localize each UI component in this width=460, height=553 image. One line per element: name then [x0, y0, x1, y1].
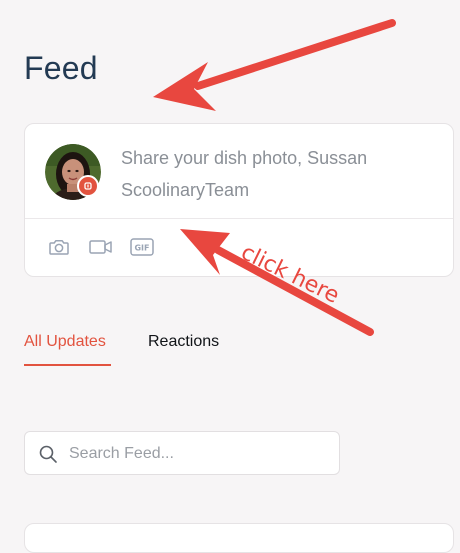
arrow-to-title	[153, 19, 396, 111]
composer-input-area[interactable]: Share your dish photo, Sussan Scoolinary…	[25, 124, 453, 219]
composer-prompt[interactable]: Share your dish photo, Sussan Scoolinary…	[121, 142, 421, 206]
feed-tabs: All Updates Reactions	[24, 330, 444, 370]
search-box[interactable]	[24, 431, 340, 475]
page-title: Feed	[24, 50, 98, 86]
gif-icon[interactable]: GIF	[129, 235, 155, 259]
search-icon	[38, 444, 58, 464]
gif-label: GIF	[134, 243, 149, 252]
feed-card	[24, 523, 454, 553]
camera-icon[interactable]	[47, 235, 71, 259]
post-composer[interactable]: Share your dish photo, Sussan Scoolinary…	[24, 123, 454, 277]
tab-label: All Updates	[24, 333, 106, 350]
tab-label: Reactions	[148, 333, 220, 350]
chef-badge-icon	[84, 182, 92, 190]
composer-actions: GIF	[25, 219, 453, 277]
search-input[interactable]	[67, 438, 331, 470]
tab-reactions[interactable]: Reactions	[148, 330, 219, 354]
active-tab-indicator	[24, 364, 111, 366]
tab-all-updates[interactable]: All Updates	[24, 330, 106, 354]
video-icon[interactable]	[88, 235, 114, 259]
avatar-badge	[77, 175, 99, 197]
